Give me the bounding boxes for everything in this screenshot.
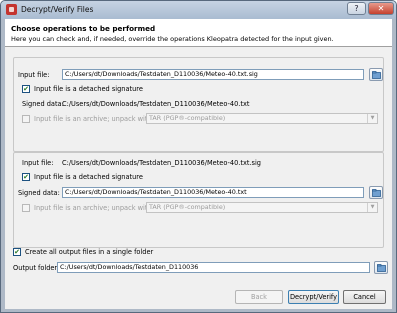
chevron-down-icon: ▼	[367, 203, 377, 212]
signed-data-label: Signed data:	[22, 100, 64, 108]
help-button[interactable]: ?	[347, 2, 366, 15]
decrypt-verify-window: Decrypt/Verify Files ? ✕ Choose operatio…	[0, 0, 397, 313]
decrypt-verify-button[interactable]: Decrypt/Verify	[288, 290, 339, 304]
browse-output-folder-button[interactable]	[374, 261, 388, 274]
close-button[interactable]: ✕	[368, 2, 394, 15]
archive-format-select[interactable]: TAR (PGP®-compatible) ▼	[146, 202, 378, 213]
browse-signed-data-button[interactable]	[369, 186, 383, 199]
folder-icon	[372, 189, 381, 197]
folder-icon	[372, 71, 381, 79]
single-folder-label: Create all output files in a single fold…	[25, 248, 154, 256]
file-group-1: Input file: C:/Users/dt/Downloads/Testda…	[13, 57, 384, 152]
output-folder-field[interactable]: C:/Users/dt/Downloads/Testdaten_D110036	[57, 262, 370, 273]
output-folder-label: Output folder:	[13, 264, 60, 272]
signed-data-label: Signed data:	[18, 189, 60, 197]
input-file-field[interactable]: C:/Users/dt/Downloads/Testdaten_D110036/…	[62, 69, 364, 80]
back-button[interactable]: Back	[235, 290, 283, 304]
browse-input-file-button[interactable]	[369, 68, 383, 81]
signed-data-field[interactable]: C:/Users/dt/Downloads/Testdaten_D110036/…	[62, 187, 364, 198]
archive-label: Input file is an archive; unpack with:	[34, 204, 154, 212]
dialog-body: Choose operations to be performed Here y…	[5, 19, 392, 309]
input-file-value: C:/Users/dt/Downloads/Testdaten_D110036/…	[62, 159, 261, 167]
header-title: Choose operations to be performed	[11, 24, 156, 33]
dialog-header: Choose operations to be performed Here y…	[5, 19, 392, 47]
detached-signature-checkbox[interactable]: ✔	[22, 85, 30, 93]
single-folder-checkbox[interactable]: ✔	[13, 248, 21, 256]
window-title: Decrypt/Verify Files	[21, 5, 94, 14]
detached-signature-label: Input file is a detached signature	[34, 85, 143, 93]
signed-data-value: C:/Users/dt/Downloads/Testdaten_D110036/…	[62, 100, 250, 108]
archive-label: Input file is an archive; unpack with:	[34, 115, 154, 123]
folder-icon	[377, 264, 386, 272]
header-description: Here you can check and, if needed, overr…	[11, 35, 334, 43]
cancel-button[interactable]: Cancel	[343, 290, 386, 304]
chevron-down-icon: ▼	[367, 114, 377, 123]
detached-signature-label: Input file is a detached signature	[34, 173, 143, 181]
detached-signature-checkbox[interactable]: ✔	[22, 173, 30, 181]
archive-format-select[interactable]: TAR (PGP®-compatible) ▼	[146, 113, 378, 124]
input-file-label: Input file:	[22, 159, 54, 167]
file-group-2: Input file: C:/Users/dt/Downloads/Testda…	[13, 152, 384, 248]
archive-checkbox[interactable]	[22, 204, 30, 212]
title-bar: Decrypt/Verify Files ? ✕	[1, 1, 396, 19]
archive-checkbox[interactable]	[22, 115, 30, 123]
kleopatra-app-icon	[6, 4, 17, 15]
input-file-label: Input file:	[18, 71, 50, 79]
